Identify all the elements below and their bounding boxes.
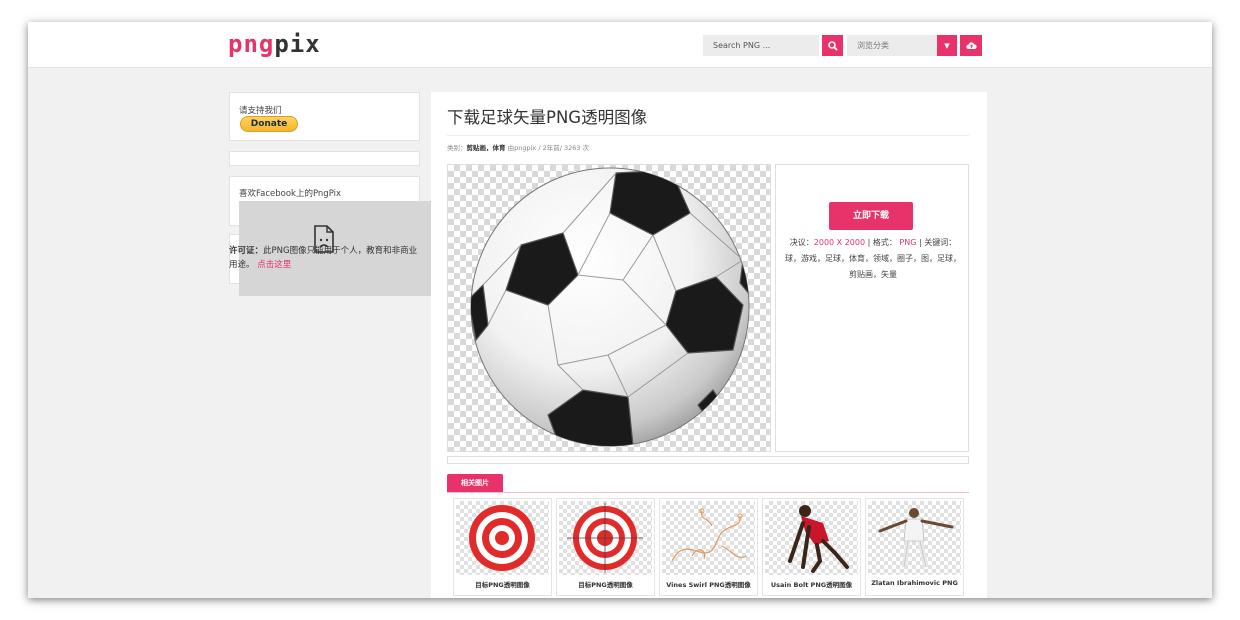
target-crosshair-image (567, 503, 643, 573)
browser-viewport: pngpix 浏览分类 ▼ 请支持我们 Donate 喜欢Facebook上的P… (28, 22, 1212, 598)
related-thumb-image (456, 501, 549, 575)
meta-author[interactable]: 由pngpix (508, 144, 537, 152)
caret-down-icon: ▼ (944, 41, 950, 50)
empty-widget (229, 151, 420, 166)
related-caption: 目标PNG透明图像 (475, 581, 530, 589)
related-thumb-image (868, 501, 961, 575)
meta-stats: / 2年前/ 3263 次 (538, 144, 590, 152)
format-value[interactable]: PNG (899, 238, 916, 247)
related-item[interactable]: Zlatan Ibrahimovic PNG (865, 498, 964, 596)
meta-categories[interactable]: 剪贴画，体育 (467, 144, 506, 152)
related-item[interactable]: 目标PNG透明图像 (453, 498, 552, 596)
title-divider (447, 135, 969, 136)
site-logo[interactable]: pngpix (228, 29, 321, 59)
category-dropdown-button[interactable]: ▼ (937, 35, 957, 56)
support-text: 请支持我们 (239, 106, 282, 116)
image-info: 决议：2000 X 2000 | 格式： PNG | 关键词： 球，游戏，足球，… (782, 235, 964, 283)
search-input[interactable] (703, 35, 819, 56)
search-icon (827, 40, 838, 51)
target-image (469, 505, 535, 571)
vines-swirl-image (671, 508, 748, 562)
download-panel: 立即下载 决议：2000 X 2000 | 格式： PNG | 关键词： 球，游… (775, 164, 969, 452)
related-caption: Usain Bolt PNG透明图像 (770, 581, 853, 589)
logo-pix: pix (274, 30, 321, 58)
site-header: pngpix 浏览分类 ▼ (28, 22, 1212, 68)
preview-image[interactable] (447, 164, 771, 452)
related-divider (447, 492, 969, 493)
soccer-ball-image (470, 167, 750, 447)
keywords-label: | 关键词： (918, 238, 957, 247)
cloud-upload-icon (965, 42, 977, 49)
main-content: 下载足球矢量PNG透明图像 类别：剪贴画，体育 由pngpix / 2年前/ 3… (431, 92, 987, 598)
keywords-list[interactable]: 球，游戏，足球，体育，领域，圈子，图，足球，剪贴画，矢量 (785, 254, 961, 279)
related-images-tab: 相关图片 (447, 474, 503, 492)
facebook-text: 喜欢Facebook上的PngPix (239, 189, 342, 199)
related-thumb-image (559, 501, 652, 575)
logo-png: png (228, 30, 275, 58)
search-button[interactable] (822, 35, 843, 56)
football-player-image (878, 508, 954, 568)
page-title: 下载足球矢量PNG透明图像 (447, 108, 648, 127)
sprinter-image (788, 505, 849, 573)
upload-button[interactable] (960, 35, 982, 56)
format-label: | 格式： (867, 238, 897, 247)
related-item[interactable]: Usain Bolt PNG透明图像 (762, 498, 861, 596)
related-thumb-image (765, 501, 858, 575)
license-text: 许可证：此PNG图像只能用于个人，教育和非商业用途。 点击这里 (229, 244, 419, 272)
meta-prefix: 类别： (447, 144, 467, 152)
resolution-value: 2000 X 2000 (813, 238, 866, 247)
related-item[interactable]: 目标PNG透明图像 (556, 498, 655, 596)
image-caption-bar (447, 456, 969, 464)
resolution-label: 决议： (789, 238, 814, 247)
related-caption: 目标PNG透明图像 (578, 581, 633, 589)
download-button[interactable]: 立即下载 (829, 202, 913, 230)
related-caption: Zlatan Ibrahimovic PNG (871, 579, 958, 587)
category-select[interactable]: 浏览分类 (847, 35, 937, 56)
support-widget: 请支持我们 Donate (229, 92, 420, 141)
related-item[interactable]: Vines Swirl PNG透明图像 (659, 498, 758, 596)
post-meta: 类别：剪贴画，体育 由pngpix / 2年前/ 3263 次 (447, 142, 589, 152)
related-thumb-image (662, 501, 755, 575)
license-label: 许可证： (229, 246, 264, 256)
related-caption: Vines Swirl PNG透明图像 (666, 581, 751, 589)
donate-button[interactable]: Donate (240, 116, 298, 132)
license-link[interactable]: 点击这里 (257, 260, 291, 270)
